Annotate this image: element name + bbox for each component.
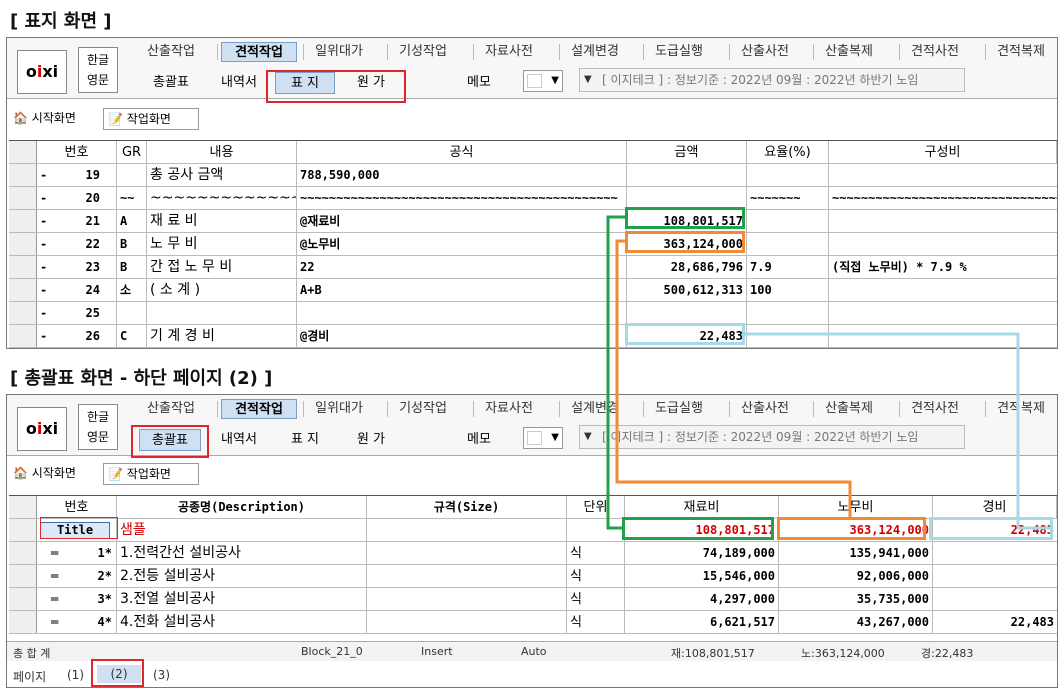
connector-lines bbox=[606, 215, 1053, 530]
